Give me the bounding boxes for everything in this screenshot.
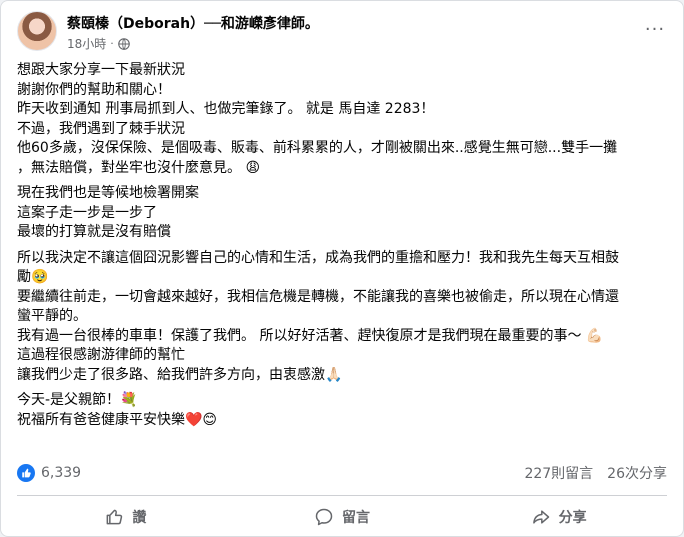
post-paragraph: 現在我們也是等候地檢署開案 這案子走一步是一步了 最壞的打算就是沒有賠償 <box>17 184 667 243</box>
like-reaction-icon <box>17 464 35 482</box>
comment-label: 留言 <box>342 510 370 526</box>
share-icon <box>532 510 549 524</box>
divider <box>17 495 667 496</box>
post-text-line: 最壞的打算就是沒有賠償 <box>17 224 171 240</box>
like-label: 讚 <box>132 510 147 526</box>
action-bar: 讚 留言 分享 <box>17 500 667 534</box>
post-text-line: 現在我們也是等候地檢署開案 <box>17 185 199 201</box>
post-text-line: 要繼續往前走，一切會越來越好，我相信危機是轉機，不能讓我的喜樂也被偷走，所以現在… <box>17 288 619 305</box>
post-paragraph: 想跟大家分享一下最新狀況 謝謝你們的幫助和關心！ 昨天收到通知 刑事局抓到人、也做完… <box>17 61 667 178</box>
post-text-line: 我有過一台很棒的車車！保護了我們。 所以好好活著、趕快復原才是我們現在最重要的事… <box>17 327 604 344</box>
post-text-line: 今天-是父親節！💐 <box>17 392 138 408</box>
post-text-line: 這過程很感謝游律師的幫忙 <box>17 347 185 363</box>
author-name[interactable]: 蔡頤榛（Deborah）──和游嶸彥律師。 <box>67 13 319 33</box>
post-text-line: 昨天收到通知 刑事局抓到人、也做完筆錄了。 就是 馬自達 2283！ <box>17 101 435 117</box>
post-card: 蔡頤榛（Deborah）──和游嶸彥律師。 18小時 · ··· 想跟大家分享一… <box>0 0 684 537</box>
thumbs-up-icon <box>106 509 123 525</box>
author-avatar[interactable] <box>17 11 57 51</box>
comment-icon <box>315 508 333 526</box>
post-paragraph: 所以我決定不讓這個囧況影響自己的心情和生活，成為我們的重擔和壓力！我和我先生每天… <box>17 249 667 386</box>
post-header: 蔡頤榛（Deborah）──和游嶸彥律師。 18小時 · ··· <box>17 11 667 55</box>
post-text-line: 他60多歲，沒保保險、是個吸毒、販毒、前科累累的人，才剛被關出來..感覺生無可戀… <box>17 140 618 156</box>
post-text-line: 這案子走一步是一步了 <box>17 204 157 221</box>
post-body: 想跟大家分享一下最新狀況 謝謝你們的幫助和關心！ 昨天收到通知 刑事局抓到人、也做完… <box>17 61 667 436</box>
post-text-line: 祝福所有爸爸健康平安快樂❤️😊 <box>17 411 218 428</box>
post-text-line: 讓我們少走了很多路、給我們許多方向，由衷感激🙏🏻 <box>17 366 343 383</box>
counts: 227則留言 26次分享 <box>524 463 667 483</box>
meta-separator: · <box>110 37 114 50</box>
post-text-line: 謝謝你們的幫助和關心！ <box>17 81 171 98</box>
post-text-line: 勵🥹 <box>17 269 49 285</box>
post-text-line: 不過，我們遇到了棘手狀況 <box>17 120 185 137</box>
globe-icon[interactable] <box>117 37 130 50</box>
reaction-count: 6,339 <box>41 465 82 481</box>
share-label: 分享 <box>558 510 587 526</box>
post-text-line: 想跟大家分享一下最新狀況 <box>17 62 185 78</box>
post-text-line: 所以我決定不讓這個囧況影響自己的心情和生活，成為我們的重擔和壓力！我和我先生每天… <box>17 249 619 266</box>
comment-button[interactable]: 留言 <box>234 500 451 534</box>
like-button[interactable]: 讚 <box>17 500 234 534</box>
more-icon[interactable]: ··· <box>643 19 667 40</box>
share-count[interactable]: 26次分享 <box>607 463 667 483</box>
reaction-summary[interactable]: 6,339 <box>17 464 81 482</box>
post-time[interactable]: 18小時 <box>67 35 106 52</box>
post-meta: 18小時 · <box>67 35 130 52</box>
comment-count[interactable]: 227則留言 <box>524 463 593 483</box>
share-button[interactable]: 分享 <box>450 500 667 534</box>
post-text-line: ，無法賠償，對坐牢也沒什麼意見。 😩 <box>17 159 261 176</box>
post-text-line: 蠻平靜的。 <box>17 308 87 324</box>
engagement-bar: 6,339 227則留言 26次分享 <box>17 461 667 485</box>
post-paragraph: 今天-是父親節！💐 祝福所有爸爸健康平安快樂❤️😊 <box>17 391 667 430</box>
